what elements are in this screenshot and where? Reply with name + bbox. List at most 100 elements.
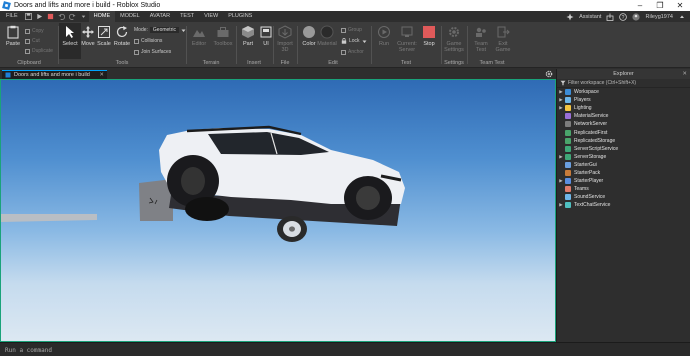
share-icon[interactable] (606, 13, 614, 21)
duplicate-button[interactable]: Duplicate (25, 48, 53, 54)
import-3d-button[interactable]: Import 3D (274, 25, 296, 57)
paste-icon (7, 25, 19, 39)
stop-button[interactable]: Stop (418, 25, 440, 57)
stop-icon[interactable] (47, 13, 54, 20)
cut-label: Cut (32, 38, 40, 44)
explorer-header: Explorer ✕ (557, 69, 690, 79)
terrain-editor-button[interactable]: Editor (188, 25, 210, 57)
user-avatar-icon[interactable] (632, 12, 641, 21)
close-window-button[interactable]: ✕ (670, 0, 690, 11)
copy-button[interactable]: Copy (25, 28, 44, 34)
place-icon (5, 72, 11, 78)
close-panel-icon[interactable]: ✕ (682, 69, 687, 79)
mode-dropdown[interactable]: Geometric (149, 27, 179, 33)
material-button[interactable]: Material (316, 25, 338, 57)
scale-icon (98, 26, 110, 38)
explorer-item[interactable]: ▶ Lighting (557, 104, 690, 112)
rotate-icon (116, 26, 128, 38)
ribbon-separator (371, 26, 372, 64)
group-button[interactable]: Group (341, 27, 362, 33)
explorer-item-label: StarterPack (574, 169, 601, 176)
expand-arrow-icon[interactable]: ▶ (557, 96, 565, 104)
explorer-tree: ▶ Workspace ▶ Players ▶ Lighting MaterialServi… (557, 88, 690, 209)
file-menu[interactable]: FILE (0, 11, 23, 22)
tab-view[interactable]: VIEW (199, 11, 223, 22)
play-icon[interactable] (36, 13, 43, 20)
tab-test[interactable]: TEST (175, 11, 199, 22)
explorer-item[interactable]: ▶ ServerStorage (557, 153, 690, 161)
expand-arrow-icon[interactable]: ▶ (557, 201, 565, 209)
expand-arrow-icon[interactable]: ▶ (557, 88, 565, 96)
overflow-menu-icon[interactable] (80, 13, 87, 20)
paste-button[interactable]: Paste (2, 25, 24, 57)
game-settings-label: Game Settings (444, 41, 464, 53)
collapse-ribbon-icon[interactable] (678, 13, 686, 21)
tab-home[interactable]: HOME (88, 11, 116, 22)
3d-viewport[interactable] (0, 79, 556, 342)
part-label: Part (242, 41, 254, 47)
username-label[interactable]: Rileyg1974 (645, 14, 673, 20)
join-surfaces-toggle[interactable]: Join Surfaces (134, 49, 171, 55)
group-icon (341, 27, 346, 33)
team-test-group-label: Team Test (479, 60, 505, 66)
document-tab[interactable]: Doors and lifts and more i build ✕ (2, 70, 107, 79)
close-tab-icon[interactable]: ✕ (99, 72, 104, 78)
rotate-label: Rotate (113, 41, 131, 47)
explorer-item[interactable]: ▶ StarterPlayer (557, 177, 690, 185)
mode-selector[interactable]: Mode: Geometric (134, 27, 186, 33)
explorer-item-label: ReplicatedFirst (574, 129, 608, 136)
rotate-tool-button[interactable]: Rotate (111, 25, 133, 57)
stop-label: Stop (423, 41, 435, 47)
tab-model[interactable]: MODEL (115, 11, 145, 22)
team-test-button[interactable]: Team Test (470, 25, 492, 57)
maximize-button[interactable]: ❐ (650, 0, 670, 11)
explorer-item[interactable]: StarterPack (557, 169, 690, 177)
run-button[interactable]: Run (373, 25, 395, 57)
minimize-button[interactable]: – (630, 0, 650, 11)
copy-icon (25, 28, 30, 34)
explorer-item[interactable]: ▶ Players (557, 96, 690, 104)
explorer-item[interactable]: ServerScriptService (557, 145, 690, 153)
redo-icon[interactable] (68, 13, 76, 20)
explorer-item-label: Workspace (574, 89, 599, 96)
expand-arrow-icon[interactable]: ▶ (557, 153, 565, 161)
command-input[interactable] (5, 345, 685, 355)
current-server-button[interactable]: Current: Server (394, 25, 420, 57)
cut-button[interactable]: Cut (25, 38, 40, 44)
explorer-item[interactable]: NetworkServer (557, 120, 690, 128)
collisions-toggle[interactable]: Collisions (134, 38, 162, 44)
explorer-item[interactable]: ▶ TextChatService (557, 201, 690, 209)
exit-game-button[interactable]: Exit Game (492, 25, 514, 57)
explorer-item[interactable]: Teams (557, 185, 690, 193)
collisions-checkbox[interactable] (134, 38, 139, 44)
window-title: Doors and lifts and more i build - Roblo… (14, 2, 161, 9)
tab-avatar[interactable]: AVATAR (145, 11, 175, 22)
service-icon (565, 153, 571, 160)
color-label: Color (302, 41, 316, 47)
join-surfaces-checkbox[interactable] (134, 49, 139, 55)
menu-bar: FILE HOME MODEL AVATAR TEST VIEW PLUGINS… (0, 11, 690, 22)
explorer-item[interactable]: ReplicatedStorage (557, 137, 690, 145)
explorer-item[interactable]: ▶ Workspace (557, 88, 690, 96)
explorer-filter[interactable]: Filter workspace (Ctrl+Shift+X) (557, 79, 690, 88)
viewport-settings-gear-icon[interactable] (545, 70, 553, 78)
assistant-button[interactable]: Assistant (579, 14, 601, 20)
expand-arrow-icon[interactable]: ▶ (557, 177, 565, 185)
explorer-item[interactable]: ReplicatedFirst (557, 128, 690, 136)
explorer-item[interactable]: SoundService (557, 193, 690, 201)
team-test-label: Team Test (474, 41, 488, 53)
collisions-label: Collisions (141, 38, 163, 44)
save-icon[interactable] (24, 13, 32, 20)
toolbox-button[interactable]: Toolbox (212, 25, 234, 57)
expand-arrow-icon[interactable]: ▶ (557, 104, 565, 112)
explorer-item[interactable]: StarterGui (557, 161, 690, 169)
tab-plugins[interactable]: PLUGINS (223, 11, 257, 22)
lock-button[interactable]: Lock (341, 38, 367, 44)
help-icon[interactable]: ? (619, 12, 628, 21)
explorer-panel: Explorer ✕ Filter workspace (Ctrl+Shift+… (556, 69, 690, 342)
anchor-button[interactable]: Anchor (341, 49, 364, 55)
stop-square-icon (423, 26, 435, 38)
game-settings-button[interactable]: Game Settings (442, 25, 466, 57)
explorer-item[interactable]: MaterialService (557, 112, 690, 120)
undo-icon[interactable] (58, 13, 65, 20)
